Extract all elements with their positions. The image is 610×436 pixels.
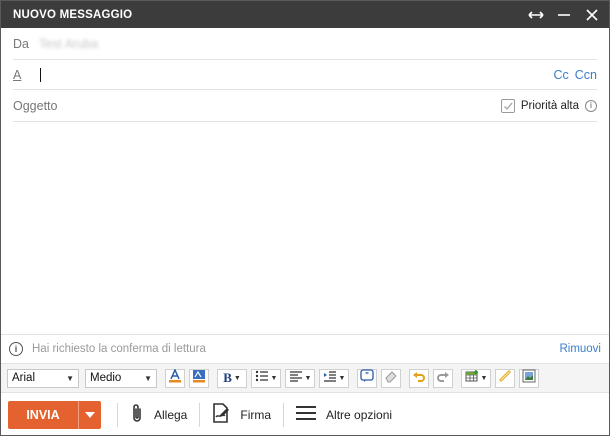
quote-icon: " <box>360 368 374 388</box>
subject-row[interactable]: Oggetto Priorità alta i <box>13 90 597 122</box>
font-size-select[interactable]: Medio ▼ <box>85 368 157 388</box>
align-left-icon <box>289 369 303 387</box>
chevron-down-icon: ▼ <box>233 374 241 382</box>
indent-button[interactable]: ▼ <box>319 368 349 388</box>
send-button[interactable]: INVIA <box>8 400 78 429</box>
bold-icon: B <box>223 370 232 385</box>
minimize-icon[interactable] <box>555 6 573 24</box>
chevron-down-icon: ▼ <box>270 374 278 382</box>
priority-checkbox[interactable] <box>500 98 515 113</box>
quote-button[interactable]: " <box>357 368 377 388</box>
subject-input[interactable]: Oggetto <box>13 99 57 113</box>
read-receipt-bar: i Hai richiesto la conferma di lettura R… <box>1 334 609 362</box>
divider <box>117 402 118 427</box>
text-color-icon <box>168 367 182 388</box>
more-options-label: Altre opzioni <box>326 407 393 422</box>
signature-icon <box>212 403 230 426</box>
highlight-icon <box>192 369 206 388</box>
send-button-group: INVIA <box>8 400 101 429</box>
link-icon <box>498 369 512 388</box>
info-icon: i <box>9 341 23 356</box>
send-options-button[interactable] <box>78 400 101 429</box>
info-icon[interactable]: i <box>585 99 597 112</box>
link-button[interactable] <box>495 368 515 388</box>
chevron-down-icon: ▼ <box>338 374 346 382</box>
cc-links: Cc Ccn <box>553 68 597 82</box>
redo-button[interactable] <box>433 368 453 388</box>
undo-button[interactable] <box>409 368 429 388</box>
font-size-value: Medio <box>90 372 122 384</box>
attach-label: Allega <box>154 407 188 422</box>
priority-label: Priorità alta <box>520 99 579 112</box>
list-button[interactable]: ▼ <box>251 368 281 388</box>
highlight-button[interactable] <box>189 368 209 388</box>
attach-button[interactable]: Allega <box>130 403 187 426</box>
title-bar: NUOVO MESSAGGIO <box>1 1 609 28</box>
compose-window: NUOVO MESSAGGIO Da Test Aruba A Cc Ccn O… <box>0 0 610 436</box>
font-family-select[interactable]: Arial ▼ <box>7 368 79 388</box>
from-label: Da <box>13 36 29 51</box>
chevron-down-icon: ▼ <box>66 373 74 383</box>
format-toolbar: Arial ▼ Medio ▼ B ▼ ▼ ▼ ▼ " ▼ <box>1 363 609 393</box>
priority-option[interactable]: Priorità alta i <box>500 98 597 113</box>
menu-icon <box>296 405 317 424</box>
to-input[interactable] <box>40 67 42 82</box>
signature-label: Firma <box>240 407 272 422</box>
eraser-icon <box>384 369 398 388</box>
redo-icon <box>436 369 450 388</box>
window-controls <box>527 6 601 24</box>
cc-link[interactable]: Cc <box>553 68 568 82</box>
indent-icon <box>323 369 337 387</box>
more-options-button[interactable]: Altre opzioni <box>296 405 392 424</box>
font-family-value: Arial <box>12 372 36 384</box>
table-button[interactable]: ▼ <box>461 368 491 388</box>
signature-button[interactable]: Firma <box>212 403 271 426</box>
align-button[interactable]: ▼ <box>285 368 315 388</box>
divider <box>283 402 285 427</box>
from-row: Da Test Aruba <box>13 28 597 60</box>
to-row[interactable]: A Cc Ccn <box>13 60 597 90</box>
chevron-down-icon <box>85 411 95 418</box>
chevron-down-icon: ▼ <box>304 374 312 382</box>
paperclip-icon <box>130 403 144 426</box>
table-icon <box>465 369 479 387</box>
remove-receipt-link[interactable]: Rimuovi <box>559 343 601 355</box>
svg-text:": " <box>365 371 369 380</box>
to-label[interactable]: A <box>13 68 21 82</box>
chevron-down-icon: ▼ <box>480 374 488 382</box>
bold-button[interactable]: B ▼ <box>217 368 247 388</box>
image-icon <box>522 369 536 388</box>
undo-icon <box>412 369 426 388</box>
image-button[interactable] <box>519 368 539 388</box>
text-color-button[interactable] <box>165 367 185 388</box>
window-title: NUOVO MESSAGGIO <box>13 8 133 21</box>
clear-format-button[interactable] <box>381 368 401 388</box>
message-body[interactable] <box>1 122 609 334</box>
expand-icon[interactable] <box>527 6 545 24</box>
close-icon[interactable] <box>583 6 601 24</box>
divider <box>199 402 201 427</box>
action-bar: INVIA Allega Firma Altre opzioni <box>1 394 609 435</box>
read-receipt-text: Hai richiesto la conferma di lettura <box>32 342 206 355</box>
from-value[interactable]: Test Aruba <box>39 37 98 51</box>
chevron-down-icon: ▼ <box>144 373 152 383</box>
ccn-link[interactable]: Ccn <box>575 68 597 82</box>
bullet-list-icon <box>255 369 269 387</box>
